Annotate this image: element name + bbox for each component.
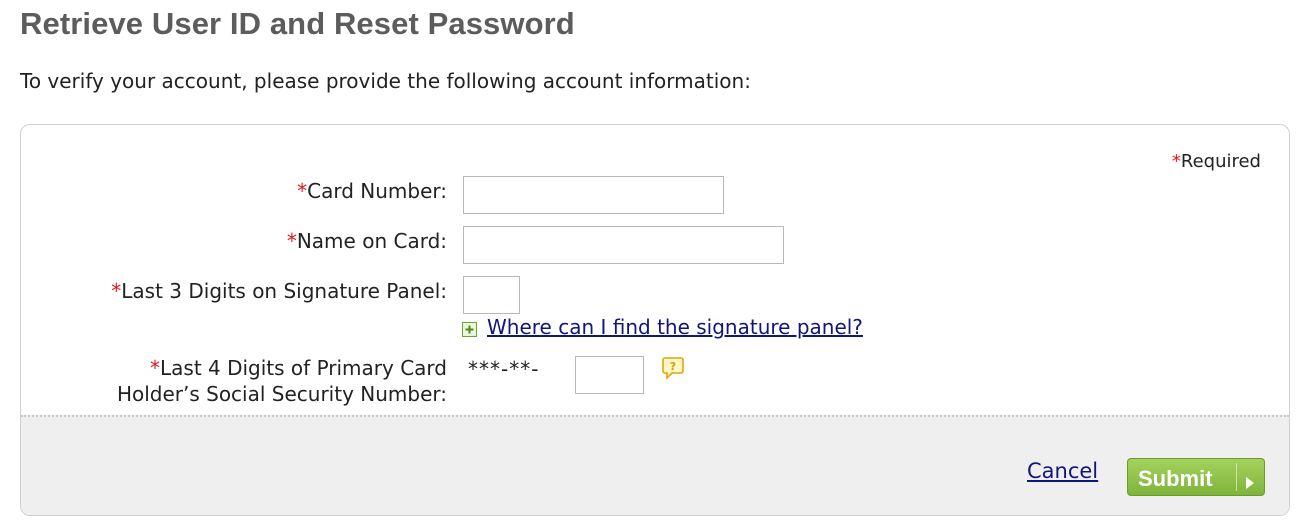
required-star: * [1171, 151, 1181, 172]
required-star: * [286, 229, 297, 253]
card-number-input[interactable] [463, 176, 724, 214]
name-on-card-label-text: Name on Card: [296, 229, 447, 253]
required-star: * [111, 279, 122, 303]
required-star: * [297, 179, 308, 203]
button-divider [1236, 463, 1237, 491]
signature-digits-label: *Last 3 Digits on Signature Panel: [111, 279, 447, 303]
question-bubble-icon[interactable]: ? [662, 356, 684, 384]
ssn-label-line2: Holder’s Social Security Number: [116, 382, 447, 406]
ssn-mask: ***-**- [468, 357, 540, 381]
signature-panel-help-link[interactable]: Where can I find the signature panel? [487, 315, 863, 339]
required-text: Required [1180, 151, 1261, 172]
plus-icon[interactable] [462, 322, 477, 337]
signature-digits-input[interactable] [463, 276, 520, 314]
form-footer [21, 415, 1289, 515]
ssn-label-line1-text: Last 4 Digits of Primary Card [160, 356, 447, 380]
cancel-link[interactable]: Cancel [1027, 459, 1098, 483]
signature-digits-label-text: Last 3 Digits on Signature Panel: [121, 279, 447, 303]
ssn-last4-label: *Last 4 Digits of Primary Card Holder’s … [117, 355, 447, 407]
submit-label: Submit [1138, 466, 1213, 491]
intro-text: To verify your account, please provide t… [20, 69, 751, 93]
required-star: * [150, 356, 160, 380]
ssn-label-line1: *Last 4 Digits of Primary Card [117, 355, 447, 381]
card-number-label-text: Card Number: [307, 179, 447, 203]
page-title: Retrieve User ID and Reset Password [20, 6, 575, 41]
svg-text:?: ? [670, 360, 676, 373]
ssn-last4-input[interactable] [575, 356, 644, 394]
arrow-right-icon [1244, 470, 1256, 496]
name-on-card-input[interactable] [463, 226, 784, 264]
name-on-card-label: *Name on Card: [287, 229, 447, 253]
verification-form-panel: *Required *Card Number: *Name on Card: *… [20, 124, 1290, 516]
submit-button[interactable]: Submit [1127, 458, 1265, 496]
card-number-label: *Card Number: [297, 179, 447, 203]
required-note: *Required [1172, 151, 1261, 172]
